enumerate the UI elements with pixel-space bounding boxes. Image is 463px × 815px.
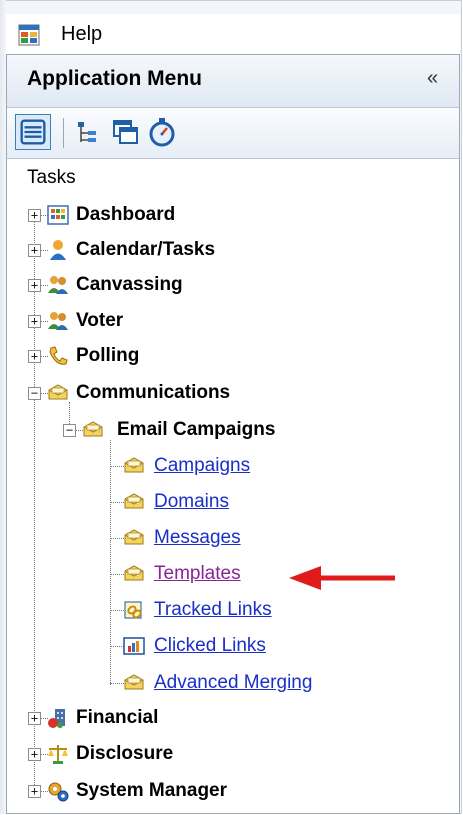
link-campaigns[interactable]: Campaigns: [154, 455, 250, 477]
bar-chart-icon: [123, 637, 145, 655]
expand-toggle-dashboard[interactable]: +: [28, 209, 41, 222]
tree-node-email-campaigns[interactable]: Email Campaigns: [81, 414, 275, 446]
tasks-heading: Tasks: [27, 167, 76, 188]
tree-label-disclosure: Disclosure: [76, 743, 174, 764]
link-domains[interactable]: Domains: [154, 491, 229, 513]
tree-node-campaigns[interactable]: Campaigns: [122, 450, 250, 482]
windows-icon[interactable]: [107, 114, 143, 150]
expand-toggle-financial[interactable]: +: [28, 712, 41, 725]
scales-icon: [48, 745, 68, 764]
person-icon: [50, 240, 66, 260]
expand-toggle-canvassing[interactable]: +: [28, 279, 41, 292]
envelopes-icon: [46, 381, 70, 405]
tree-line-email-campaigns: [110, 440, 111, 685]
expand-toggle-polling[interactable]: +: [28, 350, 41, 363]
people-icon: [46, 309, 70, 333]
expand-toggle-system-manager[interactable]: +: [28, 785, 41, 798]
tree-node-clicked-links[interactable]: Clicked Links: [122, 630, 266, 662]
link-clicked-links[interactable]: Clicked Links: [154, 635, 266, 657]
envelopes-icon: [122, 562, 146, 586]
stopwatch-icon[interactable]: [144, 114, 180, 150]
tree-node-tracked-links[interactable]: Tracked Links: [122, 594, 272, 626]
chain-link-icon: [124, 601, 142, 619]
tree-view-icon[interactable]: [70, 114, 106, 150]
app-window-icon[interactable]: [18, 24, 40, 46]
tree-label-voter: Voter: [76, 310, 124, 331]
menu-bar: Help: [6, 14, 460, 54]
panel-title: Application Menu: [27, 67, 202, 90]
tree-node-domains[interactable]: Domains: [122, 486, 229, 518]
tree-label-system-manager: System Manager: [76, 780, 228, 801]
link-tracked-links[interactable]: Tracked Links: [154, 599, 272, 621]
tree-label-dashboard: Dashboard: [76, 204, 176, 225]
list-view-icon[interactable]: [15, 114, 51, 150]
envelopes-icon: [122, 454, 146, 478]
tree-label-polling: Polling: [76, 345, 140, 366]
collapse-toggle-email-campaigns[interactable]: −: [63, 424, 76, 437]
tree-label-financial: Financial: [76, 707, 159, 728]
annotation-arrow-icon: [289, 566, 395, 590]
tree-label-calendar-tasks: Calendar/Tasks: [76, 239, 216, 260]
tree-label-communications: Communications: [76, 382, 231, 403]
tree-node-system-manager[interactable]: System Manager: [46, 775, 227, 807]
tree-node-disclosure[interactable]: Disclosure: [46, 738, 173, 770]
tree-node-communications[interactable]: Communications: [46, 377, 230, 409]
tree-node-dashboard[interactable]: Dashboard: [46, 199, 175, 231]
dashboard-icon: [47, 205, 69, 225]
link-advanced-merging[interactable]: Advanced Merging: [154, 672, 312, 694]
tree-node-polling[interactable]: Polling: [46, 340, 139, 372]
expand-toggle-calendar[interactable]: +: [28, 244, 41, 257]
tree-line-root: [34, 213, 35, 793]
gears-icon: [48, 782, 69, 802]
link-messages[interactable]: Messages: [154, 527, 241, 549]
tree-node-financial[interactable]: Financial: [46, 702, 158, 734]
link-templates[interactable]: Templates: [154, 563, 241, 585]
collapse-panel-button[interactable]: «: [427, 67, 438, 90]
envelopes-icon: [81, 418, 105, 442]
expand-toggle-voter[interactable]: +: [28, 315, 41, 328]
panel-toolbar: [7, 108, 459, 159]
envelopes-icon: [122, 490, 146, 514]
tree-node-voter[interactable]: Voter: [46, 305, 123, 337]
collapse-toggle-communications[interactable]: −: [28, 387, 41, 400]
envelopes-icon: [122, 671, 146, 695]
tree-node-templates[interactable]: Templates: [122, 558, 241, 590]
panel-header: Application Menu «: [7, 55, 459, 108]
tree-node-canvassing[interactable]: Canvassing: [46, 269, 183, 301]
financial-icon: [48, 709, 65, 728]
phone-icon: [49, 346, 68, 365]
tree-label-email-campaigns: Email Campaigns: [117, 419, 276, 440]
toolbar-separator: [63, 118, 64, 148]
envelopes-icon: [122, 526, 146, 550]
people-icon: [46, 273, 70, 297]
expand-toggle-disclosure[interactable]: +: [28, 748, 41, 761]
tree-node-advanced-merging[interactable]: Advanced Merging: [122, 667, 312, 699]
tree-label-canvassing: Canvassing: [76, 274, 183, 295]
tree-node-calendar-tasks[interactable]: Calendar/Tasks: [46, 234, 215, 266]
tree-node-messages[interactable]: Messages: [122, 522, 241, 554]
menu-item-help[interactable]: Help: [61, 23, 102, 46]
